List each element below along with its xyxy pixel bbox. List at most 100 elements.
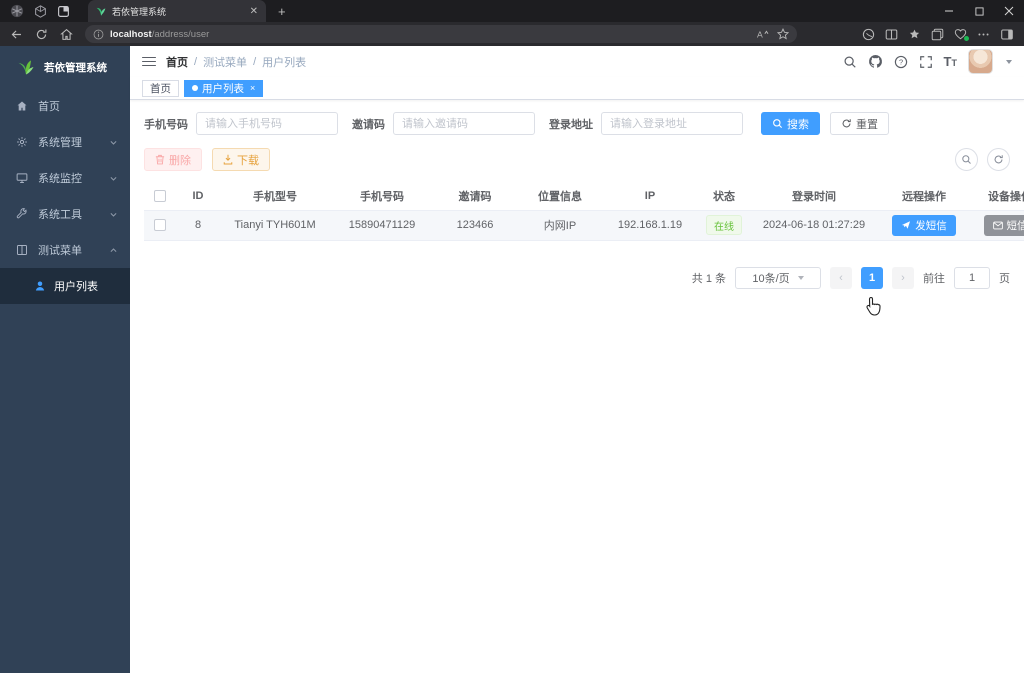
url-bar[interactable]: localhost/address/user A <box>85 25 797 43</box>
column-ip: IP <box>604 183 696 211</box>
active-tab-dot <box>192 85 198 91</box>
browser-essentials-icon[interactable] <box>954 28 969 41</box>
svg-text:A: A <box>757 29 763 39</box>
browser-tab[interactable]: 若依管理系统 ✕ <box>88 0 266 22</box>
browser-tab-title: 若依管理系统 <box>112 6 167 17</box>
github-icon[interactable] <box>868 54 883 69</box>
favorites-bar-icon[interactable] <box>908 28 921 41</box>
breadcrumb-home[interactable]: 首页 <box>166 54 188 70</box>
breadcrumb-separator: / <box>253 55 257 68</box>
page-unit-label: 页 <box>999 272 1010 285</box>
login-address-input[interactable] <box>601 112 743 135</box>
reset-button[interactable]: 重置 <box>830 112 889 135</box>
minimize-button[interactable] <box>934 0 964 22</box>
font-size-icon[interactable]: TT <box>944 54 957 69</box>
essentials-status-dot <box>964 36 969 41</box>
svg-text:?: ? <box>899 57 903 66</box>
avatar[interactable] <box>968 49 993 74</box>
prev-page-button[interactable]: ‹ <box>830 266 852 289</box>
collections-icon[interactable] <box>931 28 944 41</box>
maximize-button[interactable] <box>964 0 994 22</box>
user-icon <box>34 280 46 292</box>
tab-actions-icon[interactable] <box>57 5 70 18</box>
toggle-search-button[interactable] <box>955 148 978 171</box>
sidebar-item-system-management[interactable]: 系统管理 <box>0 124 130 160</box>
sidebar-item-home[interactable]: 首页 <box>0 88 130 124</box>
send-icon <box>902 221 911 229</box>
page-content: 手机号码 邀请码 登录地址 搜索 重置 <box>130 100 1024 673</box>
cell-ip: 192.168.1.19 <box>604 210 696 241</box>
sidebar-item-label: 用户列表 <box>54 281 98 293</box>
column-phone-number: 手机号码 <box>330 183 434 211</box>
url-text: localhost/address/user <box>110 28 210 40</box>
refresh-table-button[interactable] <box>987 148 1010 171</box>
breadcrumb-separator: / <box>194 55 198 68</box>
search-button[interactable]: 搜索 <box>761 112 820 135</box>
sidebar-toggle-icon[interactable] <box>142 56 156 67</box>
page-1-button[interactable]: 1 <box>861 266 883 289</box>
logo-leaf-icon <box>16 57 36 77</box>
column-id: ID <box>176 183 220 211</box>
fullscreen-icon[interactable] <box>919 55 933 69</box>
pagination: 共 1 条 10条/页 ‹ 1 › 前往 页 <box>144 266 1010 289</box>
mouse-cursor <box>865 296 882 321</box>
download-button[interactable]: 下载 <box>212 148 270 171</box>
browser-logo-icon[interactable] <box>10 4 24 18</box>
help-icon[interactable]: ? <box>894 55 908 69</box>
add-favorite-icon[interactable] <box>777 28 789 40</box>
gear-icon <box>16 136 28 148</box>
sidebar-item-user-list[interactable]: 用户列表 <box>0 268 130 304</box>
next-page-button[interactable]: › <box>892 266 914 289</box>
phone-input[interactable] <box>196 112 338 135</box>
read-aloud-icon[interactable]: A <box>756 29 769 40</box>
chevron-down-icon <box>109 210 118 219</box>
site-info-icon[interactable] <box>93 29 104 40</box>
column-remote-action: 远程操作 <box>876 183 972 211</box>
tab-user-list[interactable]: 用户列表 × <box>184 79 264 97</box>
more-menu-icon[interactable] <box>977 28 990 41</box>
search-icon[interactable] <box>843 55 857 69</box>
sidebar-item-label: 首页 <box>38 101 60 113</box>
tab-close-icon[interactable]: ✕ <box>250 6 258 17</box>
breadcrumb: 首页 / 测试菜单 / 用户列表 <box>166 54 306 70</box>
invite-code-input[interactable] <box>393 112 535 135</box>
trash-icon <box>155 154 165 165</box>
sidebar-item-test-menu[interactable]: 测试菜单 <box>0 232 130 268</box>
back-icon[interactable] <box>10 28 23 41</box>
column-phone-model: 手机型号 <box>220 183 330 211</box>
download-icon <box>223 154 233 165</box>
home-icon[interactable] <box>60 28 73 41</box>
status-badge: 在线 <box>706 215 742 235</box>
invite-code-field-label: 邀请码 <box>352 118 385 131</box>
sidebar-item-label: 测试菜单 <box>38 245 82 257</box>
browser-toolbar: localhost/address/user A <box>0 22 1024 46</box>
goto-page-input[interactable] <box>954 266 990 289</box>
cell-location: 内网IP <box>516 210 604 241</box>
avatar-caret-icon[interactable] <box>1006 59 1012 64</box>
tab-close-icon[interactable]: × <box>250 83 255 93</box>
app-logo[interactable]: 若依管理系统 <box>0 46 130 88</box>
sms-button[interactable]: 短信 <box>983 214 1024 236</box>
chevron-down-icon <box>109 174 118 183</box>
sidebar-item-system-monitor[interactable]: 系统监控 <box>0 160 130 196</box>
send-sms-button[interactable]: 发短信 <box>892 214 956 236</box>
new-tab-button[interactable]: + <box>278 4 286 19</box>
row-checkbox[interactable] <box>154 219 166 232</box>
delete-button[interactable]: 删除 <box>144 148 202 171</box>
chevron-down-icon <box>797 275 804 280</box>
split-screen-icon[interactable] <box>885 28 898 41</box>
column-status: 状态 <box>696 183 752 211</box>
workspaces-icon[interactable] <box>34 4 47 18</box>
page-size-select[interactable]: 10条/页 <box>735 266 821 289</box>
monitor-icon <box>16 172 28 184</box>
close-window-button[interactable] <box>994 0 1024 22</box>
tab-home[interactable]: 首页 <box>142 79 179 97</box>
sidebar-panel-icon[interactable] <box>1000 28 1014 41</box>
select-all-checkbox[interactable] <box>154 190 166 203</box>
translate-icon[interactable] <box>862 28 875 41</box>
refresh-icon[interactable] <box>35 28 48 41</box>
total-count: 共 1 条 <box>691 272 726 285</box>
login-address-field-label: 登录地址 <box>549 118 593 131</box>
browser-titlebar: 若依管理系统 ✕ + <box>0 0 1024 22</box>
sidebar-item-system-tools[interactable]: 系统工具 <box>0 196 130 232</box>
